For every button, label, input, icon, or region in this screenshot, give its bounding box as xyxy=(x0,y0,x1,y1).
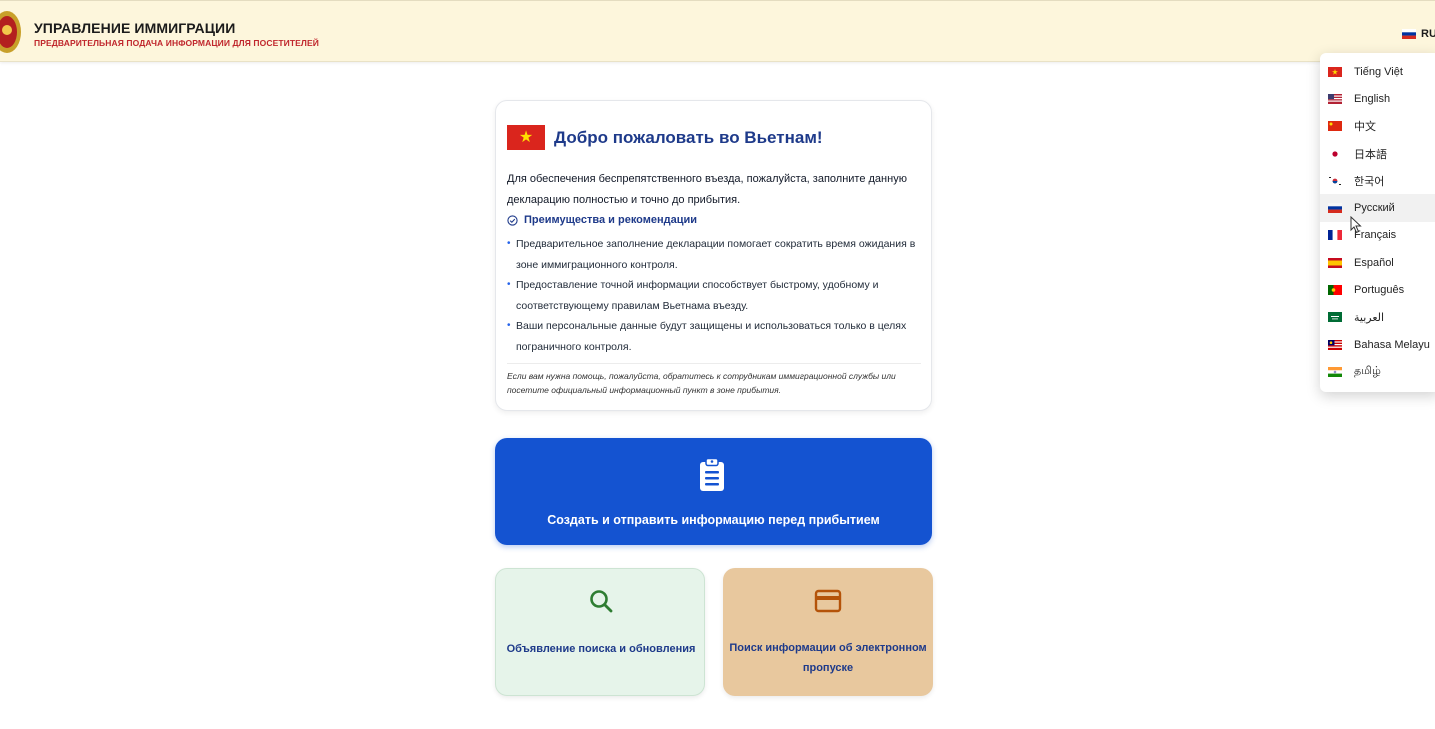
language-option-label: Русский xyxy=(1354,202,1395,215)
portugal-flag-icon xyxy=(1328,285,1342,296)
credit-card-icon xyxy=(814,589,842,613)
korea-flag-icon xyxy=(1328,175,1342,186)
welcome-card: ★ Добро пожаловать во Вьетнам! Для обесп… xyxy=(495,100,932,411)
search-update-tile[interactable]: Объявление поиска и обновления xyxy=(495,568,705,696)
welcome-intro: Для обеспечения беспрепятственного въезд… xyxy=(507,173,907,206)
current-language-code: RU xyxy=(1421,28,1435,40)
vietnam-flag-icon: ★ xyxy=(507,125,545,150)
language-option-portuguese[interactable]: Português xyxy=(1320,276,1435,303)
language-option-label: 中文 xyxy=(1354,121,1376,134)
language-option-arabic[interactable]: العربية xyxy=(1320,304,1435,331)
language-option-label: Português xyxy=(1354,284,1405,297)
language-option-label: 日本語 xyxy=(1354,148,1387,161)
mouse-cursor-icon xyxy=(1350,216,1362,234)
spain-flag-icon xyxy=(1328,257,1342,268)
benefits-list: Предварительное заполнение декларации по… xyxy=(507,234,917,357)
benefits-heading-label: Преимущества и рекомендации xyxy=(524,214,698,226)
language-option-spanish[interactable]: Español xyxy=(1320,249,1435,276)
usa-flag-icon xyxy=(1328,93,1342,104)
language-option-label: Bahasa Melayu xyxy=(1354,338,1430,351)
create-button-label: Создать и отправить информацию перед при… xyxy=(547,513,880,527)
language-option-label: العربية xyxy=(1354,311,1385,324)
brand-subtitle: ПРЕДВАРИТЕЛЬНАЯ ПОДАЧА ИНФОРМАЦИИ ДЛЯ ПО… xyxy=(34,38,319,48)
language-dropdown-menu: Tiếng Việt English 中文 日本語 한국어 Русский Fr… xyxy=(1320,53,1435,392)
clipboard-icon xyxy=(700,458,724,491)
epass-lookup-tile[interactable]: Поиск информации об электронном пропуске xyxy=(723,568,933,696)
japan-flag-icon xyxy=(1332,150,1338,157)
vietnam-flag-icon xyxy=(1328,66,1342,77)
language-option-russian[interactable]: Русский xyxy=(1320,194,1435,222)
russia-flag-icon xyxy=(1402,29,1416,39)
immigration-emblem-icon xyxy=(0,11,21,53)
language-option-tamil[interactable]: தமிழ் xyxy=(1320,358,1435,385)
india-flag-icon xyxy=(1328,366,1342,377)
france-flag-icon xyxy=(1328,230,1342,241)
language-option-malay[interactable]: Bahasa Melayu xyxy=(1320,331,1435,358)
list-item: Ваши персональные данные будут защищены … xyxy=(507,316,917,357)
epass-tile-label: Поиск информации об электронном пропуске xyxy=(729,642,927,674)
language-option-label: Tiếng Việt xyxy=(1354,65,1403,78)
saudi-flag-icon xyxy=(1328,312,1342,323)
language-option-english[interactable]: English xyxy=(1320,85,1435,112)
language-option-chinese[interactable]: 中文 xyxy=(1320,113,1435,140)
search-icon xyxy=(590,590,613,613)
help-note: Если вам нужна помощь, пожалуйста, обрат… xyxy=(507,371,896,395)
language-option-label: English xyxy=(1354,92,1391,105)
language-selector-button[interactable]: RU xyxy=(1402,28,1435,40)
language-option-vietnamese[interactable]: Tiếng Việt xyxy=(1320,58,1435,85)
list-item: Предоставление точной информации способс… xyxy=(507,275,917,316)
benefits-heading: Преимущества и рекомендации xyxy=(507,214,697,226)
language-option-french[interactable]: Français xyxy=(1320,222,1435,249)
language-option-korean[interactable]: 한국어 xyxy=(1320,167,1435,194)
search-tile-label: Объявление поиска и обновления xyxy=(506,643,696,655)
russia-flag-icon xyxy=(1328,203,1342,214)
brand-title: УПРАВЛЕНИЕ ИММИГРАЦИИ xyxy=(34,20,236,36)
divider xyxy=(507,363,921,364)
language-option-japanese[interactable]: 日本語 xyxy=(1320,140,1435,167)
check-circle-icon xyxy=(507,214,518,226)
list-item: Предварительное заполнение декларации по… xyxy=(507,234,917,275)
language-option-label: தமிழ் xyxy=(1354,364,1381,377)
language-option-label: Español xyxy=(1354,256,1394,269)
malaysia-flag-icon xyxy=(1328,339,1342,350)
app-header: УПРАВЛЕНИЕ ИММИГРАЦИИ ПРЕДВАРИТЕЛЬНАЯ ПО… xyxy=(0,0,1435,62)
welcome-title: Добро пожаловать во Вьетнам! xyxy=(554,128,823,147)
language-option-label: 한국어 xyxy=(1354,175,1385,188)
china-flag-icon xyxy=(1328,121,1342,132)
create-submit-info-button[interactable]: Создать и отправить информацию перед при… xyxy=(495,438,932,545)
